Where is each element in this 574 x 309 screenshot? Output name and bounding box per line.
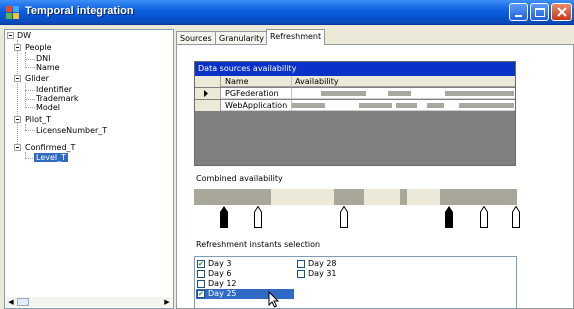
tree-node-pilot-t[interactable]: Pilot_T bbox=[25, 115, 51, 124]
day-label: Day 28 bbox=[308, 259, 337, 268]
combined-segment bbox=[194, 189, 271, 205]
scroll-right-arrow-icon[interactable]: ▶ bbox=[162, 297, 172, 307]
row-header[interactable] bbox=[195, 88, 221, 99]
day-checkbox-item[interactable]: Day 3 bbox=[196, 259, 286, 269]
checkbox[interactable] bbox=[197, 259, 205, 269]
maximize-button[interactable] bbox=[530, 3, 549, 21]
tree-node-dw[interactable]: DW bbox=[17, 31, 31, 40]
column-header-availability[interactable]: Availability bbox=[292, 76, 515, 87]
scroll-left-arrow-icon[interactable]: ◀ bbox=[6, 297, 16, 307]
tree-node-confirmed-t[interactable]: Confirmed_T bbox=[25, 143, 75, 152]
tab-refreshment[interactable]: Refreshment bbox=[266, 29, 326, 45]
refreshment-selection-label: Refreshment instants selection bbox=[196, 240, 321, 249]
horizontal-scrollbar[interactable]: ◀ ▶ bbox=[6, 297, 172, 307]
minimize-button[interactable] bbox=[509, 3, 528, 21]
checkbox[interactable] bbox=[297, 270, 305, 278]
grid-header-row: Name Availability bbox=[195, 76, 515, 87]
checkbox[interactable] bbox=[197, 270, 205, 278]
availability-bar bbox=[359, 103, 392, 108]
day-label: Day 6 bbox=[208, 269, 232, 278]
app-icon bbox=[6, 6, 19, 19]
availability-bar bbox=[321, 91, 366, 96]
tab-sources[interactable]: Sources bbox=[176, 31, 216, 45]
day-checkbox-item[interactable]: Day 6 bbox=[196, 269, 286, 279]
hollow-marker-icon[interactable] bbox=[479, 206, 489, 228]
grid-row[interactable]: PGFederation bbox=[195, 88, 515, 99]
day-checkbox-item[interactable]: Day 31 bbox=[296, 269, 386, 279]
availability-bar bbox=[459, 103, 514, 108]
hollow-marker-icon[interactable] bbox=[253, 206, 263, 228]
tree-node-licensenumber-t[interactable]: LicenseNumber_T bbox=[36, 126, 107, 135]
row-header[interactable] bbox=[195, 100, 221, 111]
checkbox[interactable] bbox=[197, 280, 205, 288]
tree-node-level-t[interactable]: Level_T bbox=[34, 153, 69, 162]
grid-cell-name[interactable]: PGFederation bbox=[222, 88, 292, 99]
tree-collapse-toggle[interactable] bbox=[14, 44, 21, 51]
tree-node-people[interactable]: People bbox=[25, 43, 52, 52]
column-header-name[interactable]: Name bbox=[222, 76, 292, 87]
availability-bar bbox=[427, 103, 444, 108]
minimize-icon bbox=[515, 15, 522, 17]
data-sources-grid[interactable]: Data sources availability Name Availabil… bbox=[194, 61, 516, 166]
combined-availability-label: Combined availability bbox=[196, 174, 283, 183]
tree-node-glider[interactable]: Glider bbox=[25, 74, 49, 83]
combined-segment bbox=[440, 189, 517, 205]
availability-bar bbox=[445, 91, 514, 96]
combined-segment bbox=[400, 189, 407, 205]
title-bar[interactable]: Temporal integration bbox=[0, 0, 574, 25]
tree-collapse-toggle[interactable] bbox=[14, 116, 21, 123]
tree-collapse-toggle[interactable] bbox=[14, 144, 21, 151]
tab-granularity[interactable]: Granularity bbox=[215, 31, 269, 45]
window-title: Temporal integration bbox=[25, 5, 134, 17]
tree-node-trademark[interactable]: Trademark bbox=[36, 94, 79, 103]
combined-segment bbox=[334, 189, 364, 205]
tree-node-dni[interactable]: DNI bbox=[36, 54, 51, 63]
filled-marker-icon[interactable] bbox=[444, 206, 454, 228]
day-label: Day 3 bbox=[208, 259, 232, 268]
hollow-marker-icon[interactable] bbox=[511, 206, 521, 228]
tree-collapse-toggle[interactable] bbox=[14, 75, 21, 82]
tree-node-model[interactable]: Model bbox=[36, 103, 60, 112]
availability-bar bbox=[292, 103, 325, 108]
combined-availability-bar bbox=[194, 189, 517, 205]
day-checkbox-item[interactable]: Day 28 bbox=[296, 259, 386, 269]
day-label: Day 12 bbox=[208, 279, 237, 288]
close-button[interactable] bbox=[551, 3, 572, 21]
checkbox[interactable] bbox=[297, 260, 305, 268]
checkbox[interactable] bbox=[197, 289, 205, 299]
grid-row[interactable]: WebApplication bbox=[195, 100, 515, 111]
tree-collapse-toggle[interactable] bbox=[7, 32, 14, 39]
scroll-thumb[interactable] bbox=[17, 298, 29, 306]
tree-view[interactable]: DW People DNI Name Glider Identifier Tra… bbox=[4, 29, 174, 309]
close-icon bbox=[557, 7, 567, 17]
availability-bar bbox=[388, 91, 411, 96]
row-header-corner bbox=[195, 76, 221, 87]
refreshment-day-checklist[interactable]: Day 3 Day 6 Day 12 Day 25 Day 28 Day 31 bbox=[194, 256, 517, 309]
tree-node-identifier[interactable]: Identifier bbox=[36, 85, 72, 94]
grid-cell-availability[interactable] bbox=[292, 88, 515, 99]
availability-bar bbox=[396, 103, 417, 108]
maximize-icon bbox=[535, 8, 545, 17]
grid-caption: Data sources availability bbox=[195, 62, 515, 76]
day-label: Day 25 bbox=[208, 289, 237, 298]
grid-cell-name[interactable]: WebApplication bbox=[222, 100, 292, 111]
hollow-marker-icon[interactable] bbox=[339, 206, 349, 228]
day-checkbox-item[interactable]: Day 12 bbox=[196, 279, 286, 289]
current-row-arrow-icon bbox=[204, 90, 208, 97]
tree-node-name[interactable]: Name bbox=[36, 63, 60, 72]
grid-cell-availability[interactable] bbox=[292, 100, 515, 111]
filled-marker-icon[interactable] bbox=[219, 206, 229, 228]
mouse-cursor-icon bbox=[268, 291, 280, 308]
day-label: Day 31 bbox=[308, 269, 337, 278]
